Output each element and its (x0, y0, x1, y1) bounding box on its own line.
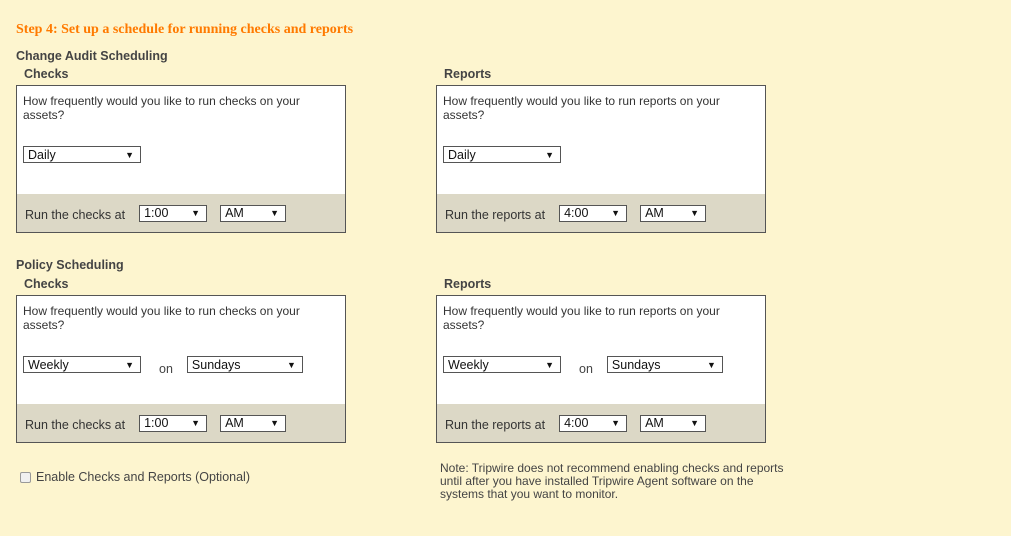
reports-time-select[interactable]: 4:00 ▼ (559, 414, 628, 432)
reports-frequency-value: Weekly (448, 357, 489, 372)
checks-time-select[interactable]: 1:00 ▼ (139, 414, 208, 432)
reports-day-value: Sundays (611, 357, 661, 372)
reports-question: How frequently would you like to run rep… (443, 94, 720, 122)
step-title: Step 4: Set up a schedule for running ch… (16, 22, 354, 37)
chevron-down-icon: ▼ (690, 418, 700, 428)
chevron-down-icon: ▼ (690, 208, 700, 218)
chevron-down-icon: ▼ (611, 208, 621, 218)
reports-time-value: 4:00 (564, 206, 589, 220)
chevron-down-icon: ▼ (545, 149, 554, 160)
reports-frequency-select[interactable]: Daily ▼ (443, 146, 561, 163)
change-audit-checks-panel: How frequently would you like to run che… (16, 85, 346, 233)
reports-ampm-value: AM (645, 416, 664, 430)
checks-ampm-select[interactable]: AM ▼ (220, 204, 287, 222)
chevron-down-icon: ▼ (125, 359, 134, 370)
checks-time-value: 1:00 (144, 416, 169, 430)
on-label: on (159, 361, 173, 376)
checks-frequency-select[interactable]: Daily ▼ (23, 146, 141, 163)
reports-ampm-select[interactable]: AM ▼ (640, 414, 707, 432)
chevron-down-icon: ▼ (286, 359, 296, 370)
checks-time-select[interactable]: 1:00 ▼ (139, 204, 208, 222)
checks-frequency-value: Daily (28, 147, 56, 162)
chevron-down-icon: ▼ (191, 208, 201, 218)
on-label: on (579, 361, 593, 376)
checks-question: How frequently would you like to run che… (23, 304, 300, 332)
checks-label: Checks (24, 277, 69, 291)
checks-day-value: Sundays (191, 357, 241, 372)
reports-time-select[interactable]: 4:00 ▼ (559, 204, 628, 222)
run-reports-label: Run the reports at (445, 418, 546, 432)
chevron-down-icon: ▼ (270, 208, 280, 218)
chevron-down-icon: ▼ (191, 418, 201, 428)
change-audit-reports-panel: How frequently would you like to run rep… (436, 85, 766, 233)
checks-ampm-value: AM (225, 206, 244, 220)
policy-checks-panel: How frequently would you like to run che… (16, 295, 346, 443)
section-title-policy: Policy Scheduling (16, 258, 124, 272)
chevron-down-icon: ▼ (270, 418, 280, 428)
run-checks-label: Run the checks at (25, 418, 126, 432)
reports-label: Reports (444, 67, 492, 81)
chevron-down-icon: ▼ (545, 359, 554, 370)
enable-checkbox[interactable] (20, 471, 31, 483)
checks-ampm-select[interactable]: AM ▼ (220, 414, 287, 432)
reports-ampm-select[interactable]: AM ▼ (640, 204, 707, 222)
run-checks-label: Run the checks at (25, 208, 126, 222)
chevron-down-icon: ▼ (611, 418, 621, 428)
checks-time-value: 1:00 (144, 206, 169, 220)
reports-ampm-value: AM (645, 206, 664, 220)
policy-reports-panel: How frequently would you like to run rep… (436, 295, 766, 443)
section-title-change-audit: Change Audit Scheduling (16, 49, 168, 63)
checks-label: Checks (24, 67, 69, 81)
reports-label: Reports (444, 277, 492, 291)
chevron-down-icon: ▼ (125, 149, 134, 160)
checks-ampm-value: AM (225, 416, 244, 430)
note-text: Note: Tripwire does not recommend enabli… (440, 461, 784, 501)
reports-frequency-select[interactable]: Weekly ▼ (443, 356, 561, 373)
reports-time-value: 4:00 (564, 416, 589, 430)
enable-checks-reports[interactable]: Enable Checks and Reports (Optional) (20, 470, 250, 484)
checks-day-select[interactable]: Sundays ▼ (186, 356, 303, 373)
reports-day-select[interactable]: Sundays ▼ (606, 356, 723, 373)
checks-frequency-value: Weekly (28, 357, 69, 372)
checks-question: How frequently would you like to run che… (23, 94, 300, 122)
run-reports-label: Run the reports at (445, 208, 546, 222)
reports-question: How frequently would you like to run rep… (443, 304, 720, 332)
reports-frequency-value: Daily (448, 147, 476, 162)
checks-frequency-select[interactable]: Weekly ▼ (23, 356, 141, 373)
chevron-down-icon: ▼ (706, 359, 716, 370)
enable-label: Enable Checks and Reports (Optional) (36, 470, 251, 484)
